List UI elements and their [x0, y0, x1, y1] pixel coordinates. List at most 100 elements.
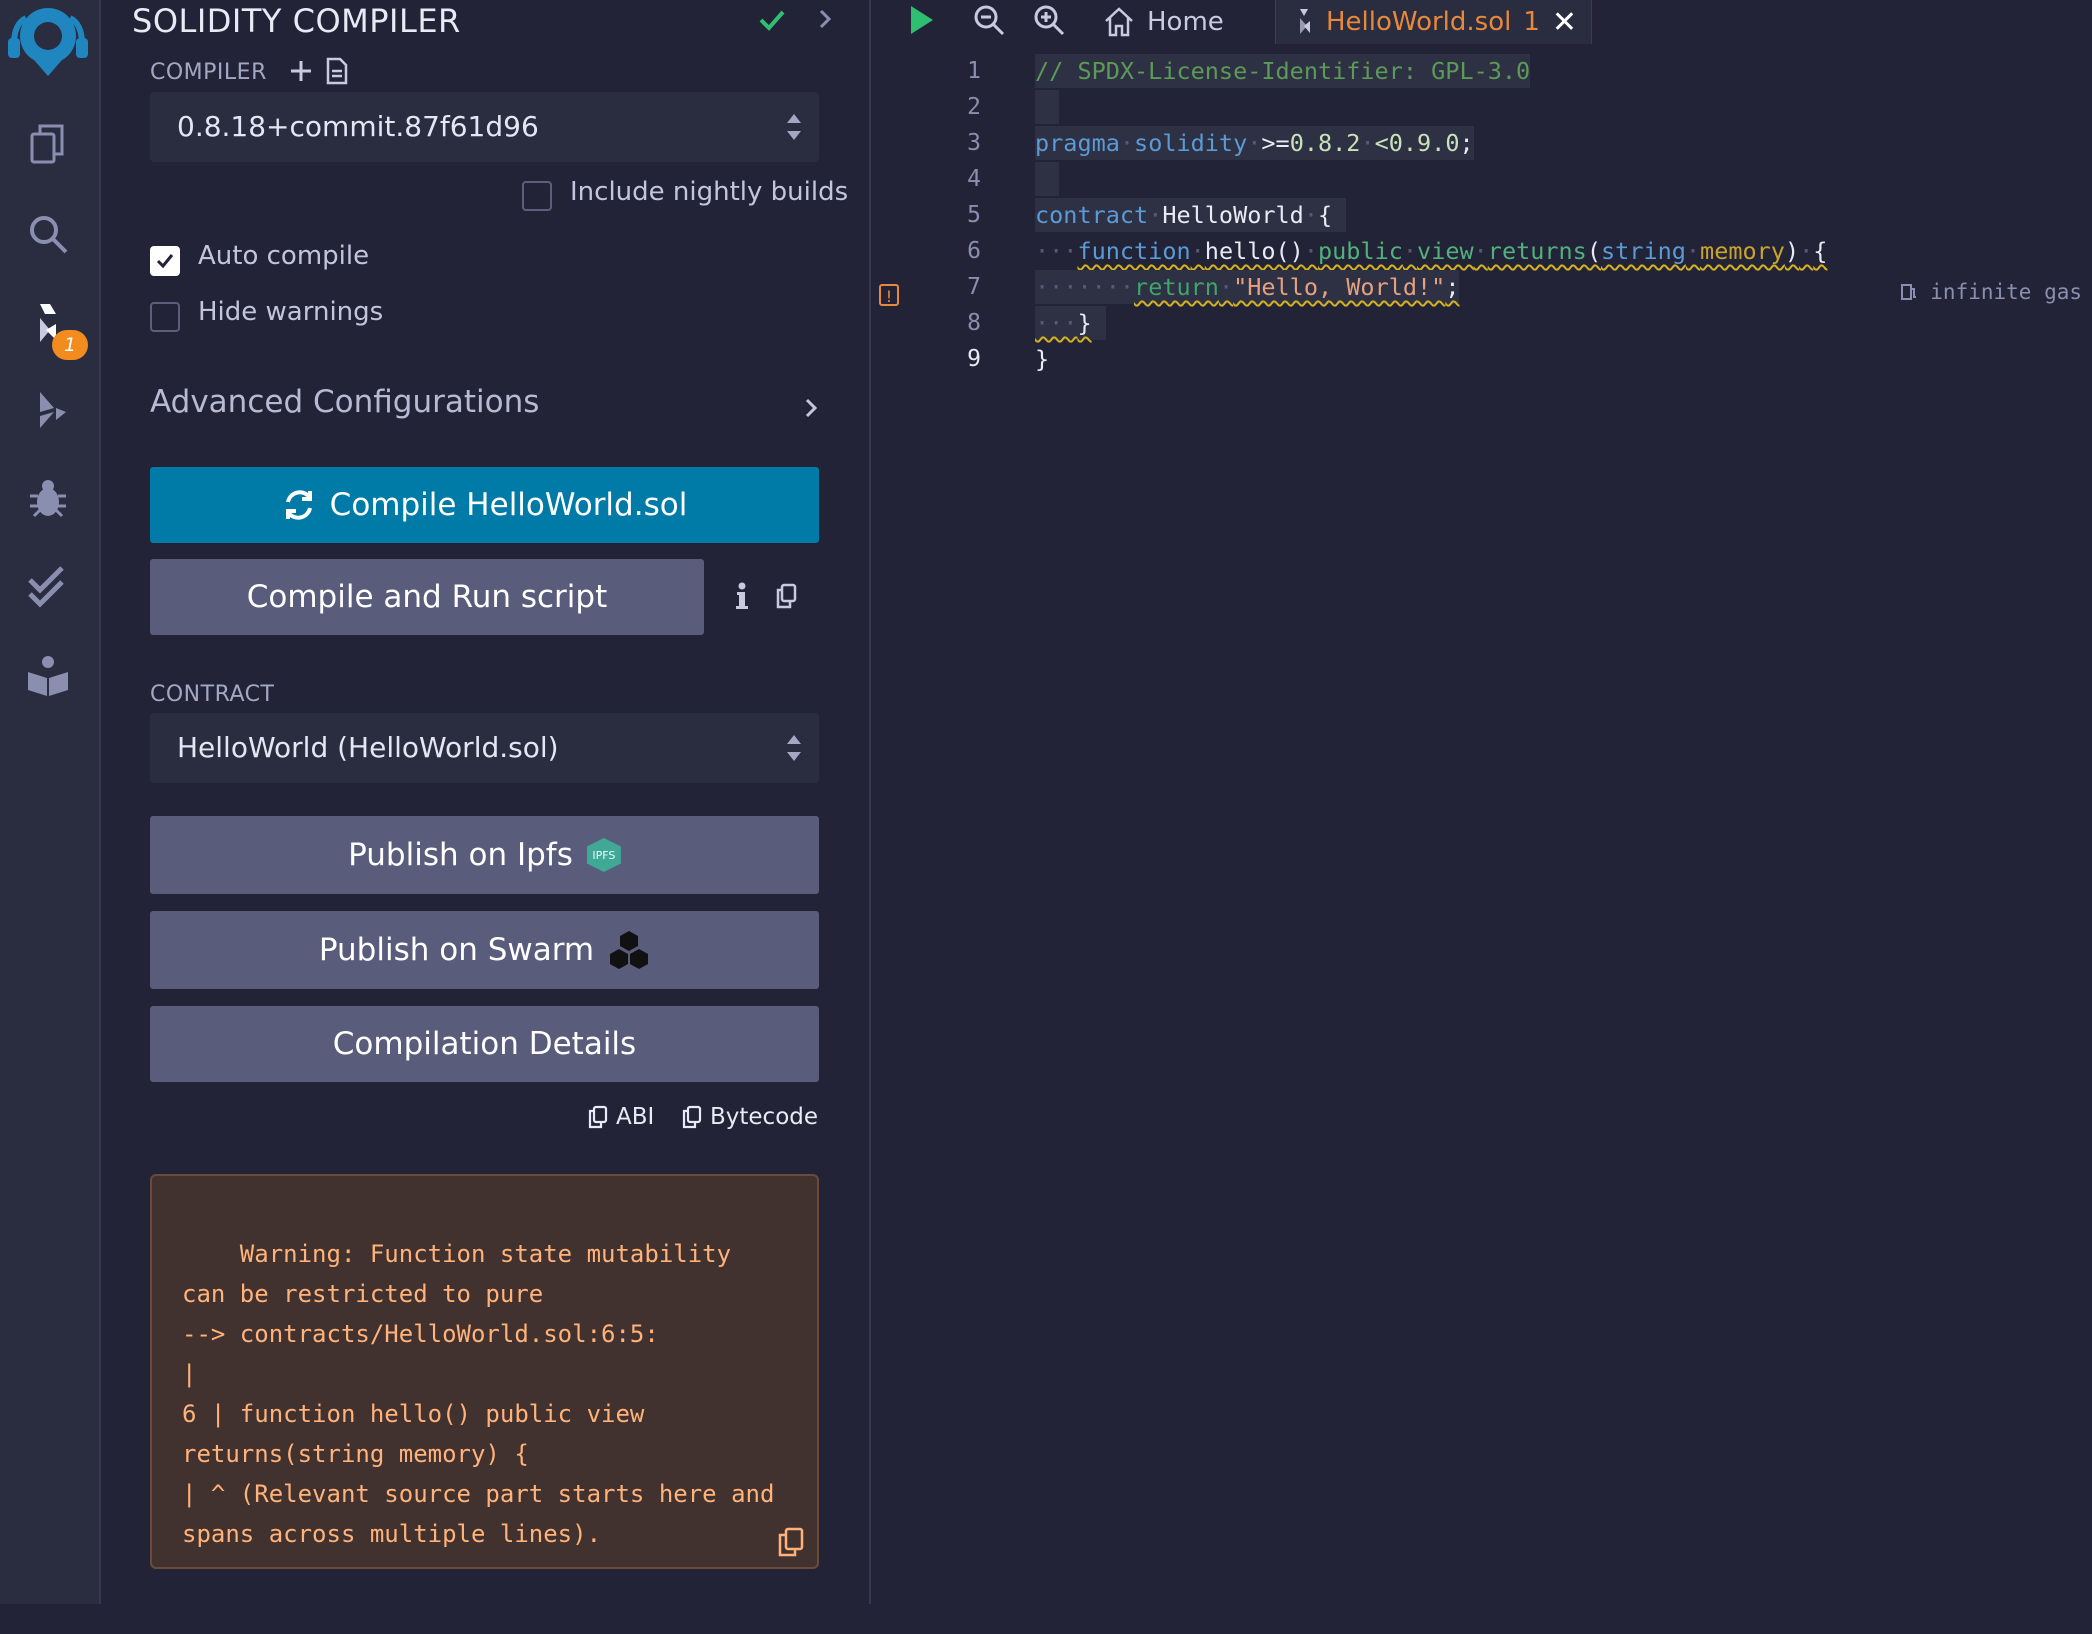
line-number-gutter: ! 1 2 3 4 5 6 7 8 9	[871, 44, 1031, 1604]
code-line-7: ·······return·"Hello, World!";	[1035, 270, 1460, 304]
token: 0.8.2	[1289, 129, 1361, 157]
auto-compile-label: Auto compile	[198, 241, 370, 271]
line-number: 3	[967, 130, 981, 156]
compiler-label: COMPILER	[150, 60, 267, 85]
learneth-icon[interactable]	[22, 650, 74, 702]
file-explorer-icon[interactable]	[22, 118, 74, 170]
token: )	[1784, 237, 1800, 265]
token: (	[1586, 237, 1601, 265]
line-number: 5	[967, 202, 981, 228]
token: string	[1601, 237, 1686, 265]
advanced-configurations-toggle[interactable]: Advanced Configurations	[150, 384, 539, 420]
include-nightly-checkbox[interactable]	[522, 181, 552, 211]
code-line-1: // SPDX-License-Identifier: GPL-3.0	[1035, 54, 1531, 88]
code-text-area[interactable]: // SPDX-License-Identifier: GPL-3.0 prag…	[1031, 44, 2092, 1604]
gas-estimate-label: infinite gas	[1930, 280, 2082, 304]
auto-compile-checkbox[interactable]	[150, 246, 180, 276]
token: <0.9.0	[1374, 129, 1460, 157]
copy-abi-link[interactable]: ABI	[588, 1104, 654, 1130]
close-tab-icon[interactable]: ✕	[1552, 5, 1577, 40]
code-line-5: contract·HelloWorld·{	[1035, 198, 1347, 232]
line-number: 7	[967, 274, 981, 300]
publish-swarm-button[interactable]: Publish on Swarm	[150, 911, 819, 989]
token: {	[1813, 237, 1828, 265]
token: {	[1317, 201, 1333, 229]
compile-button-label: Compile HelloWorld.sol	[329, 487, 688, 523]
token: "Hello, World!"	[1233, 273, 1446, 301]
token: }	[1035, 345, 1050, 373]
token: HelloWorld	[1162, 201, 1304, 229]
swarm-logo-icon	[610, 931, 649, 969]
icon-sidebar: 1	[0, 0, 101, 1604]
include-nightly-label: Include nightly builds	[570, 177, 849, 207]
token: returns	[1487, 237, 1587, 265]
line-number: 2	[967, 94, 981, 120]
copy-warning-icon[interactable]	[777, 1527, 805, 1557]
debugger-icon[interactable]	[22, 472, 74, 524]
token: ;	[1459, 129, 1474, 157]
compilation-details-button[interactable]: Compilation Details	[150, 1006, 819, 1082]
code-line-4	[1035, 162, 1059, 196]
unit-testing-icon[interactable]	[22, 560, 74, 612]
code-line-3: pragma·solidity·>=0.8.2·<0.9.0;	[1035, 126, 1474, 160]
gas-estimate: infinite gas	[1900, 280, 2082, 304]
token: memory	[1700, 237, 1785, 265]
compile-and-run-label: Compile and Run script	[246, 579, 608, 615]
token: hello()	[1204, 237, 1304, 265]
solidity-compiler-panel: SOLIDITY COMPILER COMPILER 0.8.18+commit…	[101, 0, 871, 1604]
tab-helloworld[interactable]: HelloWorld.sol 1 ✕	[1275, 0, 1593, 44]
compiler-version-select[interactable]: 0.8.18+commit.87f61d96	[150, 92, 819, 162]
compiler-version-value: 0.8.18+commit.87f61d96	[177, 110, 539, 143]
code-editor: Home HelloWorld.sol 1 ✕ ! 1 2 3 4 5 6 7 …	[871, 0, 2092, 1604]
deploy-run-icon[interactable]	[22, 384, 74, 436]
ipfs-logo-icon: IPFS	[586, 838, 621, 872]
token: ;	[1445, 273, 1460, 301]
copy-bytecode-link[interactable]: Bytecode	[682, 1104, 818, 1130]
add-compiler-icon[interactable]	[288, 58, 314, 84]
contract-label: CONTRACT	[150, 682, 275, 707]
editor-tab-bar: Home HelloWorld.sol 1 ✕	[871, 0, 2092, 44]
line-number: 4	[967, 166, 981, 192]
copy-abi-icon	[588, 1105, 608, 1129]
warning-message[interactable]: Warning: Function state mutability can b…	[182, 1240, 789, 1548]
panel-title: SOLIDITY COMPILER	[132, 2, 461, 40]
bytecode-label: Bytecode	[710, 1104, 819, 1130]
code-line-9: }	[1035, 342, 1049, 376]
token: view	[1417, 237, 1474, 265]
compilation-details-label: Compilation Details	[332, 1026, 637, 1062]
compile-success-check-icon	[759, 10, 785, 31]
panel-collapse-chevron-icon[interactable]	[812, 6, 838, 32]
code-line-8: ···}	[1035, 306, 1106, 340]
publish-ipfs-label: Publish on Ipfs	[348, 837, 573, 873]
code-line-6: ···function·hello()·public·view·returns(…	[1035, 237, 1828, 265]
checkmark-icon	[156, 254, 174, 269]
contract-value: HelloWorld (HelloWorld.sol)	[177, 731, 559, 764]
copy-script-icon[interactable]	[775, 583, 797, 609]
compile-and-run-button[interactable]: Compile and Run script	[150, 559, 704, 635]
hide-warnings-checkbox[interactable]	[150, 302, 180, 332]
zoom-out-icon[interactable]	[971, 2, 1007, 38]
compile-button[interactable]: Compile HelloWorld.sol	[150, 467, 819, 543]
info-icon[interactable]	[734, 582, 750, 610]
hide-warnings-label: Hide warnings	[198, 297, 384, 327]
copy-bytecode-icon	[682, 1105, 702, 1129]
tab-home[interactable]: Home	[1103, 0, 1224, 44]
publish-ipfs-button[interactable]: Publish on Ipfs IPFS	[150, 816, 819, 894]
compiler-docs-icon[interactable]	[325, 57, 349, 85]
token: pragma	[1035, 129, 1120, 157]
compiler-warning-badge: 1	[52, 330, 88, 360]
zoom-in-icon[interactable]	[1031, 2, 1067, 38]
code-line-2	[1035, 90, 1059, 124]
line-number-current: 9	[967, 346, 981, 372]
compiler-warning-box: Warning: Function state mutability can b…	[150, 1174, 819, 1569]
advanced-chevron-icon[interactable]	[799, 396, 823, 420]
select-arrows-icon	[787, 114, 801, 140]
remix-logo-icon[interactable]	[4, 4, 92, 80]
search-icon[interactable]	[22, 208, 74, 260]
tab-home-label: Home	[1147, 7, 1224, 37]
line-number: 8	[967, 310, 981, 336]
contract-select[interactable]: HelloWorld (HelloWorld.sol)	[150, 713, 819, 783]
run-script-icon[interactable]	[903, 2, 939, 38]
token: >=	[1261, 129, 1290, 157]
token: return	[1134, 273, 1219, 301]
